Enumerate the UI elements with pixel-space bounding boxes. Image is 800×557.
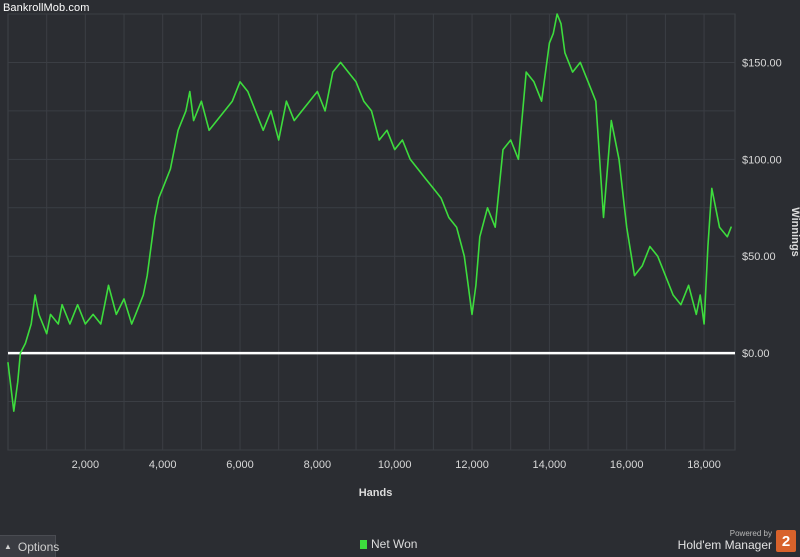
y-tick-label: $150.00 — [742, 57, 782, 69]
x-tick-label: 4,000 — [149, 459, 177, 471]
options-label: Options — [17, 539, 60, 554]
triangle-up-icon: ▲ — [4, 542, 12, 551]
x-axis-title: Hands — [359, 487, 393, 499]
y-axis-title: Winnings — [789, 207, 800, 256]
legend-swatch — [360, 539, 367, 549]
x-tick-label: 12,000 — [455, 459, 489, 471]
options-button[interactable]: ▲ Options — [0, 535, 60, 557]
x-tick-label: 16,000 — [610, 459, 644, 471]
chart-area: 2,000 4,000 6,000 8,000 10,000 12,000 14,000 16… — [0, 0, 800, 557]
x-tick-label: 14,000 — [533, 459, 567, 471]
x-tick-label: 2,000 — [72, 459, 100, 471]
x-tick-label: 8,000 — [304, 459, 332, 471]
y-tick-label: $0.00 — [742, 348, 770, 360]
brand: Powered by Hold'em Manager 2 — [678, 529, 796, 552]
brand-name: Hold'em Manager — [677, 538, 772, 552]
powered-by-text: Powered by — [729, 529, 772, 538]
hem2-logo-icon: 2 — [776, 530, 796, 552]
x-tick-label: 18,000 — [687, 459, 721, 471]
legend: Net Won — [360, 537, 417, 551]
net-won-chart: 2,000 4,000 6,000 8,000 10,000 12,000 14,000 16… — [7, 13, 800, 499]
y-tick-label: $100.00 — [742, 154, 782, 166]
series-line-net-won — [7, 13, 732, 413]
y-tick-label: $50.00 — [742, 251, 776, 263]
legend-label: Net Won — [371, 537, 418, 551]
watermark: BankrollMob.com — [3, 2, 90, 14]
x-tick-label: 6,000 — [226, 459, 254, 471]
x-tick-label: 10,000 — [378, 459, 412, 471]
plot-frame — [7, 13, 736, 451]
